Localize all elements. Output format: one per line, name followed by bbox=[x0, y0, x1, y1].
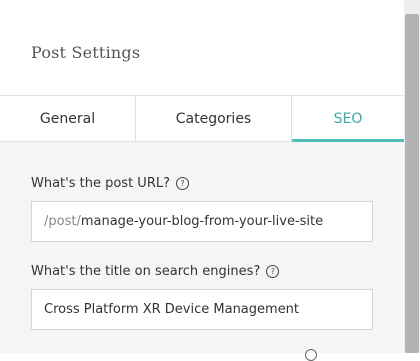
help-icon[interactable]: ? bbox=[266, 265, 280, 278]
tab-general[interactable]: General bbox=[0, 96, 136, 141]
scrollbar-thumb[interactable] bbox=[405, 14, 419, 353]
settings-tabs: General Categories SEO bbox=[0, 95, 404, 142]
seo-title-label-text: What's the title on search engines? bbox=[31, 264, 261, 279]
url-slug: manage-your-blog-from-your-live-site bbox=[80, 214, 324, 229]
post-url-label: What's the post URL? ? bbox=[31, 176, 190, 191]
tab-categories[interactable]: Categories bbox=[136, 96, 292, 141]
post-settings-panel: Post Settings General Categories SEO Wha… bbox=[0, 0, 404, 353]
url-prefix: /post/ bbox=[44, 214, 81, 229]
seo-title-field[interactable]: Cross Platform XR Device Management bbox=[31, 289, 373, 330]
seo-title-value: Cross Platform XR Device Management bbox=[44, 302, 300, 317]
seo-title-label: What's the title on search engines? ? bbox=[31, 264, 280, 279]
post-url-label-text: What's the post URL? bbox=[31, 176, 171, 191]
help-icon[interactable]: ? bbox=[176, 177, 190, 190]
post-url-field[interactable]: /post/manage-your-blog-from-your-live-si… bbox=[31, 201, 373, 242]
panel-title: Post Settings bbox=[31, 43, 141, 62]
partial-icon bbox=[305, 349, 317, 361]
seo-content: What's the post URL? ? /post/manage-your… bbox=[0, 142, 404, 353]
tab-seo[interactable]: SEO bbox=[292, 96, 404, 142]
